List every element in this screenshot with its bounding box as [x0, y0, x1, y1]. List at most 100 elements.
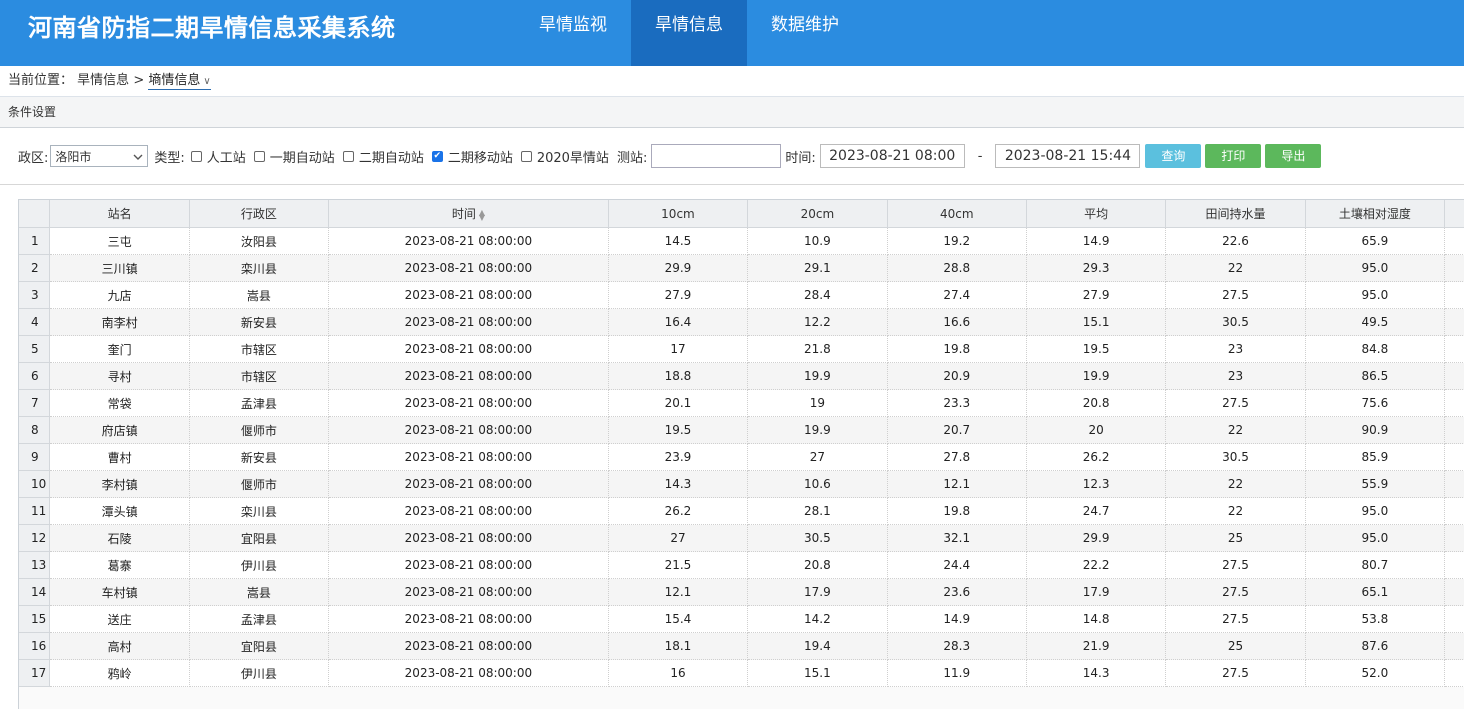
table-cell: 17.9 [747, 578, 888, 606]
table-cell: 14.3 [1026, 659, 1167, 687]
column-header[interactable]: 行政区 [189, 200, 330, 228]
type-checkbox-phase2-auto[interactable]: 二期自动站 [342, 147, 424, 166]
column-header[interactable]: 10cm [608, 200, 749, 228]
table-cell: 27 [747, 443, 888, 471]
check-icon[interactable]: ✔ [431, 150, 443, 162]
column-header[interactable]: 40cm [887, 200, 1027, 228]
table-cell: 2023-08-21 08:00:00 [328, 605, 609, 633]
table-cell: 27 [608, 524, 749, 552]
table-cell: 29.9 [1026, 524, 1167, 552]
table-cell-overflow [1444, 632, 1464, 660]
row-number-cell: 5 [19, 335, 51, 363]
column-header[interactable]: 20cm [747, 200, 888, 228]
table-cell: 27.5 [1165, 281, 1306, 309]
table-cell-overflow [1444, 497, 1464, 525]
print-button[interactable]: 打印 [1205, 144, 1262, 168]
table-cell: 2023-08-21 08:00:00 [328, 497, 609, 525]
table-row[interactable]: 17 鸦岭 伊川县 2023-08-21 08:00:00 16 15.1 11.9 14.3… [19, 659, 1464, 687]
checkbox-box[interactable] [253, 150, 265, 162]
column-header-time[interactable]: 时间 ▲ ▼ [328, 200, 609, 228]
table-row[interactable]: 10 李村镇 偃师市 2023-08-21 08:00:00 14.3 10.6 12.1 1… [19, 470, 1464, 498]
checkbox-box[interactable] [342, 150, 354, 162]
checkbox-box[interactable] [520, 150, 532, 162]
nav-data-maintenance[interactable]: 数据维护 [747, 0, 863, 66]
table-row[interactable]: 9 曹村 新安县 2023-08-21 08:00:00 23.9 27 27.8 26.2 3… [19, 443, 1464, 471]
type-checkbox-manual[interactable]: 人工站 [190, 147, 246, 166]
nav-drought-info[interactable]: 旱情信息 [631, 0, 747, 66]
table-row[interactable]: 6 寻村 市辖区 2023-08-21 08:00:00 18.8 19.9 20.9 19.… [19, 362, 1464, 390]
column-header[interactable]: 平均 [1026, 200, 1167, 228]
table-cell: 28.1 [747, 497, 888, 525]
table-cell: 19.9 [747, 416, 888, 444]
table-cell: 17.9 [1026, 578, 1167, 606]
table-cell: 28.8 [887, 254, 1027, 282]
row-number-cell: 4 [19, 308, 51, 336]
table-cell: 三川镇 [49, 254, 190, 282]
table-cell: 29.3 [1026, 254, 1167, 282]
table-cell: 22.6 [1165, 227, 1306, 255]
app-title: 河南省防指二期旱情信息采集系统 [28, 14, 396, 42]
table-cell: 2023-08-21 08:00:00 [328, 281, 609, 309]
end-time-input[interactable]: 2023-08-21 15:44 [995, 144, 1141, 168]
table-row[interactable]: 11 潭头镇 栾川县 2023-08-21 08:00:00 26.2 28.1 19.8 2… [19, 497, 1464, 525]
table-cell: 95.0 [1305, 281, 1446, 309]
column-header[interactable]: 站名 [49, 200, 190, 228]
table-row[interactable]: 1 三屯 汝阳县 2023-08-21 08:00:00 14.5 10.9 19.2 14.… [19, 227, 1464, 255]
table-cell: 李村镇 [49, 470, 190, 498]
table-cell: 嵩县 [189, 578, 330, 606]
table-row[interactable]: 3 九店 嵩县 2023-08-21 08:00:00 27.9 28.4 27.4 27.9… [19, 281, 1464, 309]
table-row[interactable]: 12 石陵 宜阳县 2023-08-21 08:00:00 27 30.5 32.1 29.9… [19, 524, 1464, 552]
table-cell: 75.6 [1305, 389, 1446, 417]
table-cell: 孟津县 [189, 605, 330, 633]
breadcrumb-level1[interactable]: 旱情信息 [77, 73, 129, 88]
start-time-input[interactable]: 2023-08-21 08:00 [819, 144, 965, 168]
sort-icon[interactable]: ▲ ▼ [479, 208, 485, 221]
table-cell: 19 [747, 389, 888, 417]
table-cell-overflow [1444, 254, 1464, 282]
column-header[interactable]: 土壤相对湿度 [1305, 200, 1446, 228]
table-cell: 19.9 [747, 362, 888, 390]
region-label: 政区: [18, 150, 49, 166]
table-cell: 27.9 [608, 281, 749, 309]
table-cell: 15.1 [747, 659, 888, 687]
table-cell: 宜阳县 [189, 632, 330, 660]
table-cell: 14.9 [887, 605, 1027, 633]
table-cell-overflow [1444, 389, 1464, 417]
table-cell: 20 [1026, 416, 1167, 444]
table-cell: 栾川县 [189, 497, 330, 525]
table-cell: 嵩县 [189, 281, 330, 309]
breadcrumb: 当前位置： 旱情信息 > 墒情信息 ∨ [0, 66, 1464, 97]
time-separator: - [977, 148, 983, 164]
breadcrumb-current-dropdown[interactable]: 墒情信息 ∨ [148, 73, 211, 90]
export-button[interactable]: 导出 [1265, 144, 1322, 168]
station-input[interactable] [651, 144, 782, 168]
nav-drought-monitor[interactable]: 旱情监视 [515, 0, 631, 66]
table-cell: 25 [1165, 524, 1306, 552]
table-row[interactable]: 13 葛寨 伊川县 2023-08-21 08:00:00 21.5 20.8 24.4 22… [19, 551, 1464, 579]
table-cell: 10.9 [747, 227, 888, 255]
table-row[interactable]: 15 送庄 孟津县 2023-08-21 08:00:00 15.4 14.2 14.9 14… [19, 605, 1464, 633]
table-cell: 22 [1165, 416, 1306, 444]
table-row[interactable]: 7 常袋 孟津县 2023-08-21 08:00:00 20.1 19 23.3 20.8 2… [19, 389, 1464, 417]
table-row[interactable]: 14 车村镇 嵩县 2023-08-21 08:00:00 12.1 17.9 23.6 17… [19, 578, 1464, 606]
table-cell-overflow [1444, 362, 1464, 390]
table-row[interactable]: 2 三川镇 栾川县 2023-08-21 08:00:00 29.9 29.1 28.8 29… [19, 254, 1464, 282]
type-checkbox-2020-drought[interactable]: 2020旱情站 [520, 147, 609, 166]
query-button[interactable]: 查询 [1145, 144, 1202, 168]
table-row[interactable]: 5 奎门 市辖区 2023-08-21 08:00:00 17 21.8 19.8 19.5 2… [19, 335, 1464, 363]
column-header[interactable]: 田间持水量 [1165, 200, 1306, 228]
type-checkbox-phase2-mobile[interactable]: ✔ 二期移动站 [431, 147, 513, 166]
table-cell-overflow [1444, 281, 1464, 309]
table-row[interactable]: 4 南李村 新安县 2023-08-21 08:00:00 16.4 12.2 16.6 15… [19, 308, 1464, 336]
row-number-cell: 9 [19, 443, 51, 471]
checkbox-box[interactable] [190, 150, 202, 162]
table-cell: 府店镇 [49, 416, 190, 444]
type-checkbox-phase1-auto[interactable]: 一期自动站 [253, 147, 335, 166]
region-select[interactable]: 洛阳市 [50, 145, 149, 167]
table-cell: 26.2 [608, 497, 749, 525]
table-cell: 27.9 [1026, 281, 1167, 309]
table-row[interactable]: 16 高村 宜阳县 2023-08-21 08:00:00 18.1 19.4 28.3 21… [19, 632, 1464, 660]
table-cell: 30.5 [747, 524, 888, 552]
table-cell: 14.8 [1026, 605, 1167, 633]
table-row[interactable]: 8 府店镇 偃师市 2023-08-21 08:00:00 19.5 19.9 20.7 20… [19, 416, 1464, 444]
